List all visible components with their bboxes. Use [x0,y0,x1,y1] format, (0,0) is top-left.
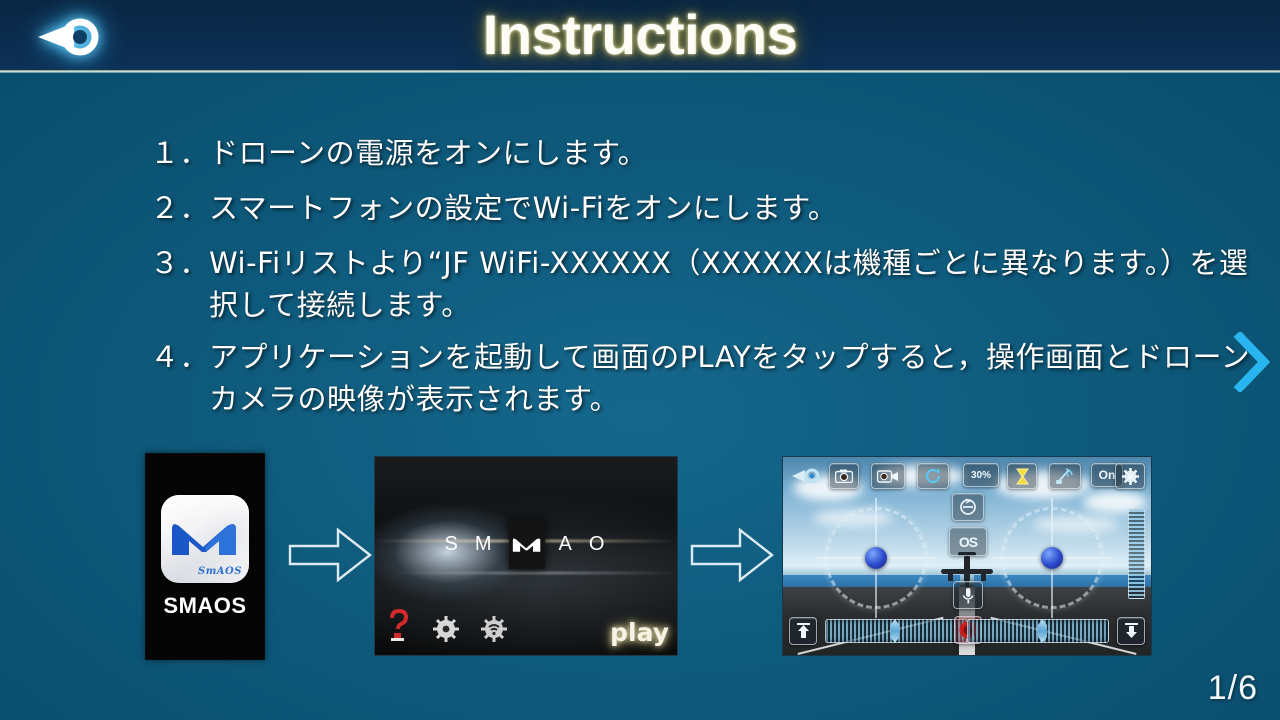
page-indicator: 1/6 [1207,669,1258,707]
page-title: Instructions [482,3,798,66]
right-arrow-icon [288,526,372,584]
splash-bottom-bar: play [375,608,677,649]
slider-knob[interactable] [1038,619,1047,643]
app-tile: SmAOS [161,494,249,583]
smaos-m-logo [172,523,236,555]
app-label: SMAOS [163,592,247,618]
flow-diagram: SmAOS SMAOS S M A O play 30% On OS [0,448,1280,668]
step-number: ３． [150,246,210,280]
list-item: ３． Wi-Fiリストより“JF WiFi-XXXXXX（XXXXXXは機種ごと… [150,242,1265,326]
list-item: ４． アプリケーションを起動して画面のPLAYをタップすると，操作画面とドローン… [150,336,1265,420]
instruction-list: １． ドローンの電源をオンにします。 ２． スマートフォンの設定でWi-Fiをオ… [150,132,1265,430]
app-icon-thumbnail[interactable]: SmAOS SMAOS [145,453,265,660]
right-trim-slider[interactable] [967,619,1109,643]
right-joystick[interactable] [1001,507,1103,609]
land-down-icon[interactable] [1117,617,1145,645]
splash-letter: A [558,532,575,555]
list-item: １． ドローンの電源をオンにします。 [150,132,1265,174]
camera-icon[interactable] [829,463,859,489]
wifi-gear-icon[interactable] [481,616,507,647]
back-arrow-icon[interactable] [791,465,821,486]
settings-gear-icon[interactable] [1115,463,1145,489]
video-camera-icon[interactable] [871,463,905,489]
chevron-right-icon[interactable] [1232,332,1272,392]
help-question-icon[interactable] [387,608,409,647]
hourglass-icon [1007,463,1037,489]
altitude-slider[interactable] [1128,509,1145,599]
step-text: Wi-Fiリストより“JF WiFi-XXXXXX（XXXXXXは機種ごとに異な… [209,246,1249,322]
signal-icon[interactable] [1049,463,1081,489]
right-arrow-icon [690,526,774,584]
app-brand-text: SmAOS [198,565,242,577]
slider-knob[interactable] [890,619,900,643]
instructions-screen: Instructions １． ドローンの電源をオンにします。 ２． スマートフ… [0,0,1280,720]
rotate-icon[interactable] [917,463,949,489]
splash-letter: S [444,532,461,555]
step-text: アプリケーションを起動して画面のPLAYをタップすると，操作画面とドローンカメラ… [209,340,1251,416]
step-number: ２． [150,191,210,225]
step-number: １． [150,136,210,170]
left-trim-slider[interactable] [825,619,967,643]
battery-percent-badge: 30% [963,463,999,487]
play-button[interactable]: play [610,618,669,647]
header-bar: Instructions [0,0,1280,73]
microphone-icon[interactable] [953,581,983,609]
splash-letter: O [588,532,608,555]
gear-icon[interactable] [433,616,459,647]
light-streak [375,571,677,574]
joystick-knob[interactable] [1041,547,1063,569]
step-text: ドローンの電源をオンにします。 [209,136,648,170]
os-mode-badge[interactable]: OS [949,527,987,556]
joystick-knob[interactable] [865,547,887,569]
step-text: スマートフォンの設定でWi-Fiをオンにします。 [209,191,838,225]
left-joystick[interactable] [825,507,927,609]
control-screen-thumbnail[interactable]: 30% On OS [782,456,1152,656]
splash-wordmark: S M A O [375,519,677,569]
splash-screen-thumbnail[interactable]: S M A O play [374,456,678,656]
flip-mode-icon[interactable] [952,493,984,521]
splash-letter: M [474,532,495,555]
takeoff-up-icon[interactable] [789,617,817,645]
smaos-m-logo [508,519,545,569]
step-number: ４． [150,340,210,374]
list-item: ２． スマートフォンの設定でWi-Fiをオンにします。 [150,187,1265,229]
